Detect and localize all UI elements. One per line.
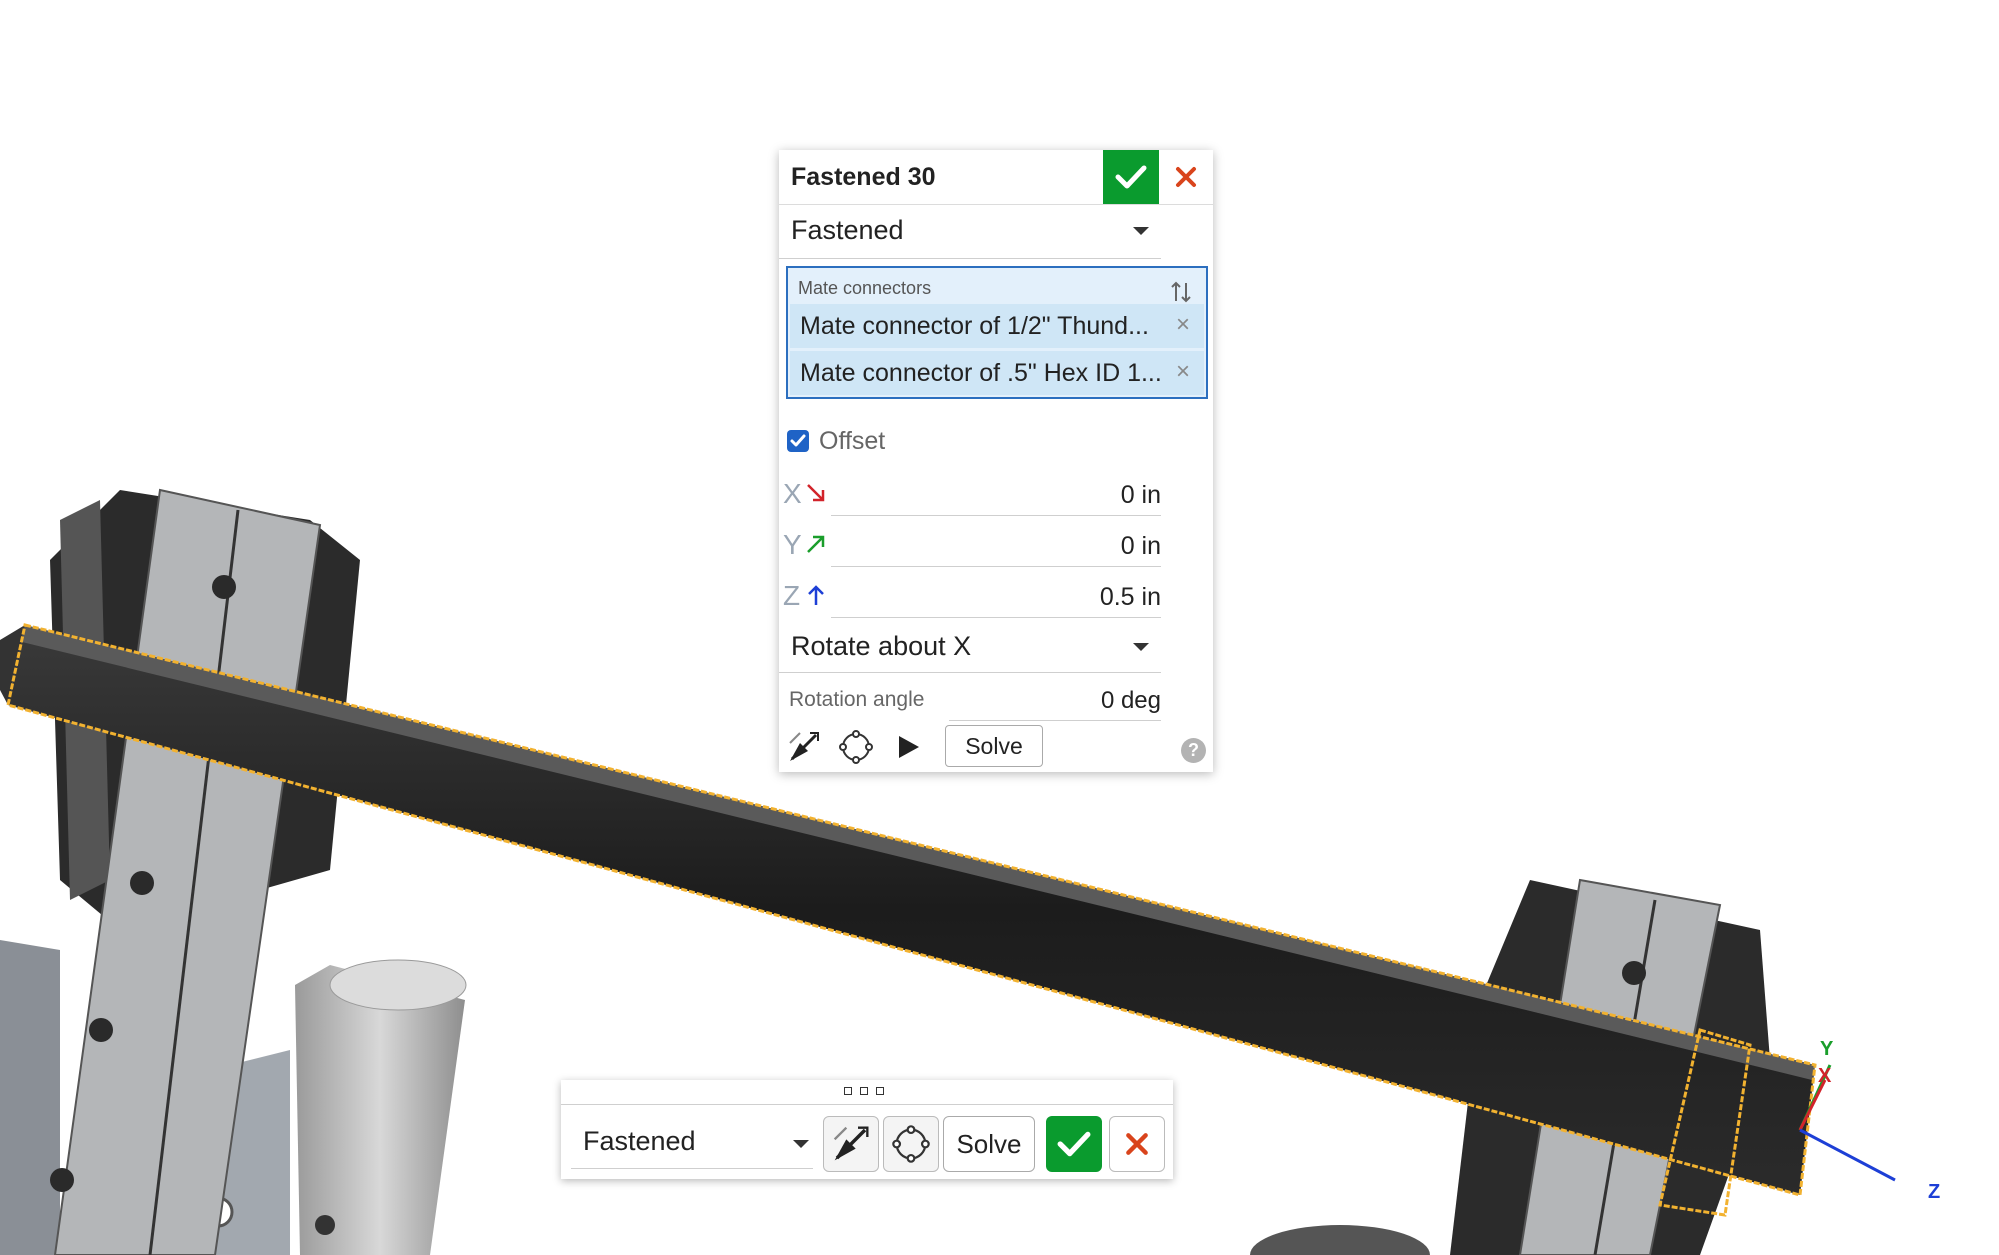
solve-button[interactable]: Solve <box>945 725 1043 767</box>
x-direction-arrow-icon <box>807 484 825 502</box>
dialog-header: Fastened 30 <box>779 150 1213 205</box>
triad-z-label: Z <box>1928 1181 1940 1203</box>
y-axis-letter: Y <box>783 529 802 560</box>
mini-accept-button[interactable] <box>1046 1116 1102 1172</box>
mini-cancel-button[interactable] <box>1109 1116 1165 1172</box>
triad-x-label: X <box>1818 1065 1832 1087</box>
chevron-down-icon <box>793 1140 809 1148</box>
rotation-angle-row: Rotation angle <box>779 678 1161 722</box>
flip-primary-axis-icon <box>833 1126 869 1161</box>
triad-y-label: Y <box>1820 1038 1834 1060</box>
x-offset-input[interactable] <box>831 476 1161 516</box>
y-offset-input[interactable] <box>831 527 1161 567</box>
close-icon <box>1126 1133 1148 1155</box>
reorient-secondary-axis-icon <box>892 1125 930 1163</box>
mini-flip-primary-axis-button[interactable] <box>823 1116 879 1172</box>
close-icon <box>1176 167 1196 187</box>
chevron-down-icon <box>1133 643 1149 651</box>
mate-connector-item[interactable]: Mate connector of 1/2" Thund... × <box>790 304 1204 348</box>
help-icon[interactable]: ? <box>1181 738 1206 763</box>
swap-order-icon[interactable] <box>1170 279 1192 305</box>
z-offset-row: Z <box>779 574 1213 624</box>
rotation-angle-label: Rotation angle <box>789 688 925 711</box>
animate-play-icon[interactable] <box>889 728 927 766</box>
left-frame[interactable] <box>0 488 467 1255</box>
dialog-title: Fastened 30 <box>791 163 936 191</box>
z-direction-arrow-icon <box>808 585 824 605</box>
mini-mate-type-value: Fastened <box>583 1126 696 1156</box>
z-offset-input[interactable] <box>831 578 1161 618</box>
cancel-button[interactable] <box>1159 150 1213 204</box>
offset-checkbox[interactable] <box>787 430 809 452</box>
checkmark-icon <box>1115 165 1147 189</box>
x-offset-row: X <box>779 472 1213 522</box>
mate-connectors-label: Mate connectors <box>798 278 932 298</box>
mini-mate-type-dropdown[interactable]: Fastened <box>571 1116 813 1169</box>
mate-type-value: Fastened <box>791 215 904 245</box>
remove-icon[interactable]: × <box>1176 311 1190 339</box>
y-offset-row: Y <box>779 523 1213 573</box>
mini-solve-button[interactable]: Solve <box>943 1116 1035 1172</box>
mate-connectors-field[interactable]: Mate connectors Mate connector of 1/2" T… <box>786 266 1208 399</box>
reorient-secondary-axis-icon[interactable] <box>837 728 875 766</box>
checkmark-icon <box>1057 1131 1091 1157</box>
dialog-toolbar: Solve ? <box>779 724 1213 770</box>
rotate-axis-value: Rotate about X <box>791 631 972 661</box>
offset-label: Offset <box>819 427 886 455</box>
coordinate-triad: Y X Z <box>1798 1038 1940 1203</box>
rotation-angle-input[interactable] <box>949 682 1161 721</box>
chevron-down-icon <box>1133 227 1149 235</box>
mate-connector-text: Mate connector of .5" Hex ID 1... <box>800 359 1162 387</box>
z-axis-letter: Z <box>783 580 801 611</box>
x-axis-letter: X <box>783 478 802 509</box>
drag-dots-icon <box>844 1087 884 1095</box>
flip-primary-axis-icon[interactable] <box>785 728 823 766</box>
mate-connector-item[interactable]: Mate connector of .5" Hex ID 1... × <box>790 351 1204 395</box>
remove-icon[interactable]: × <box>1176 358 1190 386</box>
drag-handle[interactable] <box>561 1080 1173 1105</box>
mini-reorient-secondary-axis-button[interactable] <box>883 1116 939 1172</box>
mate-mini-toolbar: Fastened Solve <box>561 1080 1173 1179</box>
rotate-axis-dropdown[interactable]: Rotate about X <box>779 622 1161 673</box>
mate-dialog: Fastened 30 Fastened Mate connectors Mat… <box>779 150 1213 772</box>
y-direction-arrow-icon <box>807 535 825 553</box>
mate-type-dropdown[interactable]: Fastened <box>779 206 1161 259</box>
checkmark-icon <box>790 434 806 447</box>
mate-connector-text: Mate connector of 1/2" Thund... <box>800 312 1149 340</box>
accept-button[interactable] <box>1103 150 1159 204</box>
